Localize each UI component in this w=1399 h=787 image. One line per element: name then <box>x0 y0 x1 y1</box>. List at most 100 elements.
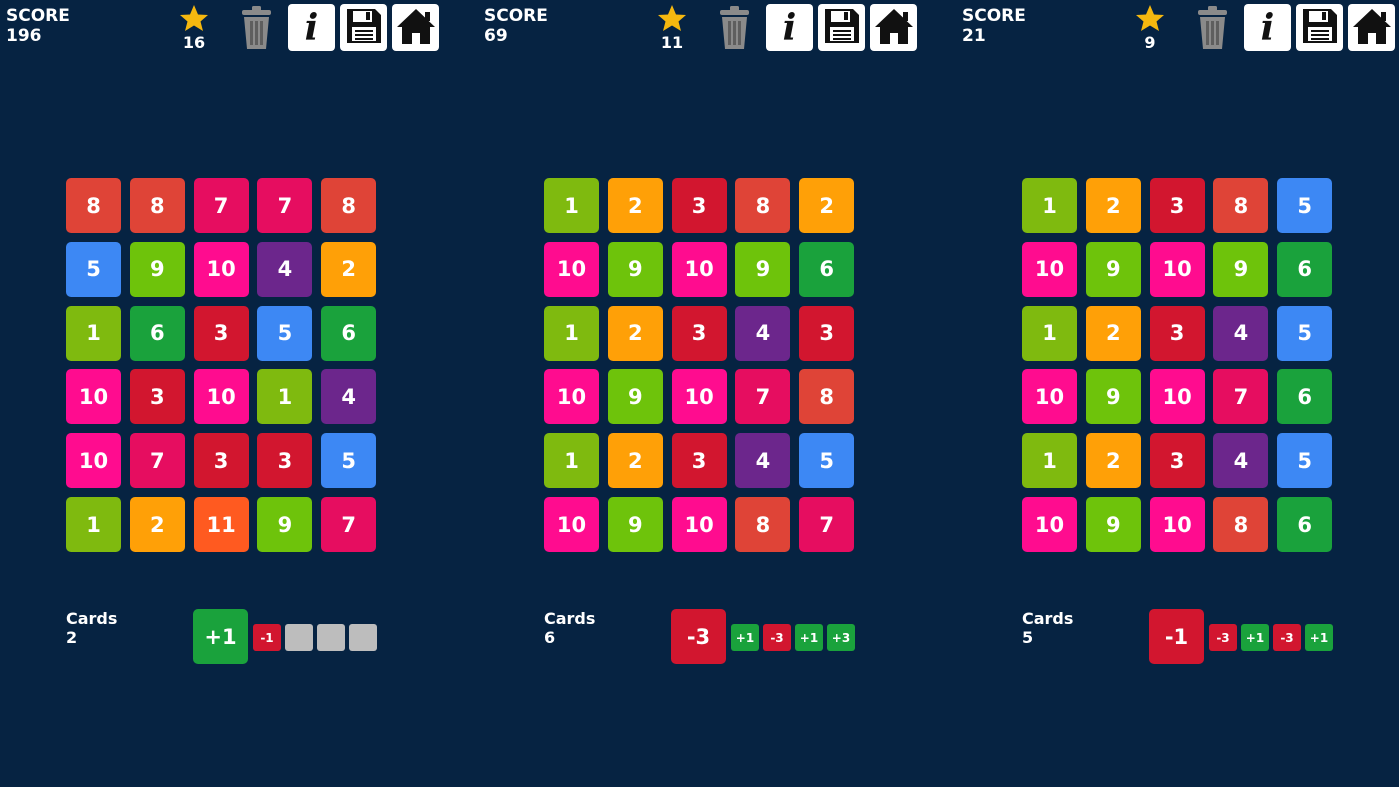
grid-tile[interactable]: 2 <box>1085 433 1141 489</box>
grid-tile[interactable]: 10 <box>544 241 599 297</box>
grid-tile[interactable]: 4 <box>1213 433 1269 489</box>
grid-tile[interactable]: 3 <box>193 305 249 361</box>
grid-tile[interactable]: 3 <box>671 305 727 361</box>
trash-button[interactable] <box>233 4 280 51</box>
grid-tile[interactable]: 1 <box>1022 305 1077 361</box>
grid-tile[interactable]: 7 <box>129 433 185 489</box>
grid-tile[interactable]: 3 <box>1149 178 1205 233</box>
grid-tile[interactable]: 7 <box>1213 369 1269 425</box>
home-button[interactable] <box>392 4 439 51</box>
save-button[interactable] <box>818 4 865 51</box>
grid-tile[interactable]: 9 <box>1213 241 1269 297</box>
grid-tile[interactable]: 7 <box>321 497 377 552</box>
grid-tile[interactable]: 3 <box>193 433 249 489</box>
grid-tile[interactable]: 10 <box>671 497 727 552</box>
grid-tile[interactable]: 9 <box>607 369 663 425</box>
current-card[interactable]: +1 <box>193 609 248 664</box>
grid-tile[interactable]: 10 <box>193 369 249 425</box>
grid-tile[interactable]: 9 <box>735 241 791 297</box>
grid-tile[interactable]: 6 <box>129 305 185 361</box>
grid-tile[interactable]: 3 <box>1149 433 1205 489</box>
grid-tile[interactable]: 7 <box>735 369 791 425</box>
grid-tile[interactable]: 3 <box>129 369 185 425</box>
grid-tile[interactable]: 1 <box>1022 178 1077 233</box>
grid-tile[interactable]: 2 <box>607 433 663 489</box>
grid-tile[interactable]: 9 <box>1085 241 1141 297</box>
grid-tile[interactable]: 10 <box>1022 369 1077 425</box>
grid-tile[interactable]: 9 <box>129 241 185 297</box>
current-card[interactable]: -1 <box>1149 609 1204 664</box>
grid-tile[interactable]: 5 <box>1277 433 1333 489</box>
grid-tile[interactable]: 5 <box>1277 305 1333 361</box>
grid-tile[interactable]: 10 <box>193 241 249 297</box>
grid-tile[interactable]: 11 <box>193 497 249 552</box>
save-button[interactable] <box>1296 4 1343 51</box>
grid-tile[interactable]: 6 <box>1277 369 1333 425</box>
grid-tile[interactable]: 3 <box>671 433 727 489</box>
grid-tile[interactable]: 1 <box>544 305 599 361</box>
grid-tile[interactable]: 7 <box>193 178 249 233</box>
grid-tile[interactable]: 3 <box>257 433 313 489</box>
grid-tile[interactable]: 2 <box>1085 178 1141 233</box>
grid-tile[interactable]: 10 <box>1149 497 1205 552</box>
trash-button[interactable] <box>1189 4 1236 51</box>
grid-tile[interactable]: 9 <box>257 497 313 552</box>
grid-tile[interactable]: 8 <box>66 178 121 233</box>
grid-tile[interactable]: 8 <box>735 497 791 552</box>
grid-tile[interactable]: 6 <box>1277 497 1333 552</box>
grid-tile[interactable]: 3 <box>1149 305 1205 361</box>
grid-tile[interactable]: 8 <box>1213 178 1269 233</box>
info-button[interactable]: i <box>1244 4 1291 51</box>
grid-tile[interactable]: 2 <box>1085 305 1141 361</box>
grid-tile[interactable]: 10 <box>1022 497 1077 552</box>
grid-tile[interactable]: 5 <box>321 433 377 489</box>
grid-tile[interactable]: 1 <box>544 433 599 489</box>
grid-tile[interactable]: 9 <box>607 497 663 552</box>
grid-tile[interactable]: 1 <box>1022 433 1077 489</box>
grid-tile[interactable]: 10 <box>66 369 121 425</box>
grid-tile[interactable]: 2 <box>799 178 855 233</box>
grid-tile[interactable]: 3 <box>671 178 727 233</box>
grid-tile[interactable]: 1 <box>257 369 313 425</box>
grid-tile[interactable]: 7 <box>257 178 313 233</box>
grid-tile[interactable]: 10 <box>671 369 727 425</box>
grid-tile[interactable]: 10 <box>671 241 727 297</box>
grid-tile[interactable]: 2 <box>607 178 663 233</box>
info-button[interactable]: i <box>766 4 813 51</box>
grid-tile[interactable]: 10 <box>544 369 599 425</box>
grid-tile[interactable]: 5 <box>799 433 855 489</box>
grid-tile[interactable]: 6 <box>321 305 377 361</box>
home-button[interactable] <box>1348 4 1395 51</box>
grid-tile[interactable]: 8 <box>321 178 377 233</box>
grid-tile[interactable]: 10 <box>1149 241 1205 297</box>
grid-tile[interactable]: 10 <box>1022 241 1077 297</box>
grid-tile[interactable]: 1 <box>544 178 599 233</box>
current-card[interactable]: -3 <box>671 609 726 664</box>
save-button[interactable] <box>340 4 387 51</box>
grid-tile[interactable]: 2 <box>321 241 377 297</box>
grid-tile[interactable]: 8 <box>799 369 855 425</box>
grid-tile[interactable]: 8 <box>735 178 791 233</box>
grid-tile[interactable]: 4 <box>735 433 791 489</box>
grid-tile[interactable]: 3 <box>799 305 855 361</box>
grid-tile[interactable]: 1 <box>66 497 121 552</box>
grid-tile[interactable]: 4 <box>257 241 313 297</box>
grid-tile[interactable]: 1 <box>66 305 121 361</box>
grid-tile[interactable]: 5 <box>66 241 121 297</box>
grid-tile[interactable]: 9 <box>607 241 663 297</box>
grid-tile[interactable]: 4 <box>1213 305 1269 361</box>
grid-tile[interactable]: 6 <box>1277 241 1333 297</box>
grid-tile[interactable]: 7 <box>799 497 855 552</box>
grid-tile[interactable]: 9 <box>1085 369 1141 425</box>
grid-tile[interactable]: 9 <box>1085 497 1141 552</box>
grid-tile[interactable]: 10 <box>544 497 599 552</box>
info-button[interactable]: i <box>288 4 335 51</box>
grid-tile[interactable]: 4 <box>735 305 791 361</box>
grid-tile[interactable]: 4 <box>321 369 377 425</box>
trash-button[interactable] <box>711 4 758 51</box>
grid-tile[interactable]: 8 <box>129 178 185 233</box>
grid-tile[interactable]: 5 <box>257 305 313 361</box>
grid-tile[interactable]: 10 <box>66 433 121 489</box>
home-button[interactable] <box>870 4 917 51</box>
grid-tile[interactable]: 2 <box>607 305 663 361</box>
